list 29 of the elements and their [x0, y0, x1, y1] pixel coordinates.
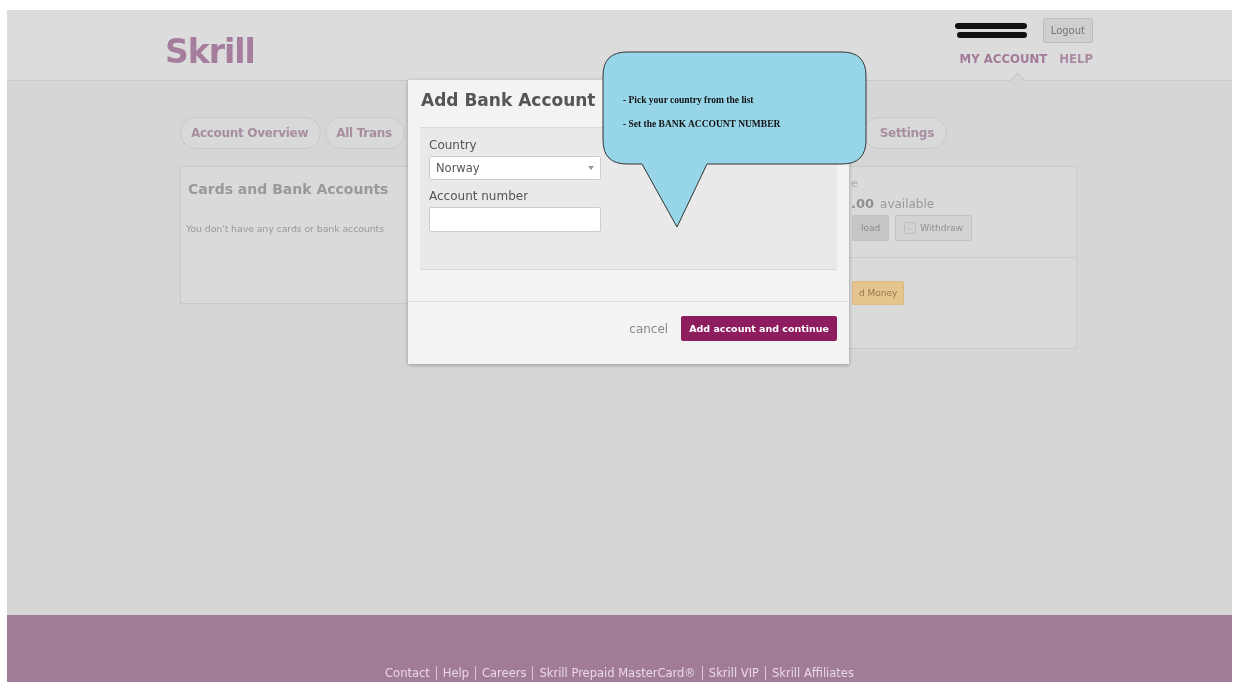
callout-text: - Set the BANK ACCOUNT NUMBER — [623, 119, 781, 129]
download-icon — [904, 222, 917, 234]
account-number-field[interactable] — [429, 207, 601, 232]
footer-link[interactable]: Skrill VIP — [701, 666, 765, 680]
nav-link[interactable]: MY ACCOUNT — [959, 51, 1048, 67]
logo: Skrill — [165, 32, 255, 72]
field-label: Country — [429, 138, 477, 152]
submit-button[interactable]: Add account and continue — [681, 316, 837, 341]
logout-button[interactable]: Logout — [1042, 18, 1093, 43]
balance-amount: .00 — [851, 196, 875, 211]
field-label: Account number — [429, 189, 529, 203]
withdraw-button[interactable]: Withdraw — [895, 215, 972, 241]
footer-link[interactable]: Careers — [475, 666, 533, 680]
nav-link[interactable]: HELP — [1059, 51, 1093, 67]
footer-link[interactable]: Skrill Prepaid MasterCard® — [532, 666, 702, 680]
caret-icon — [588, 166, 594, 170]
send-money-button[interactable]: d Money — [852, 281, 905, 305]
tab[interactable]: All Trans — [325, 117, 405, 149]
footer-link[interactable]: Contact — [379, 666, 436, 680]
cancel-link[interactable]: cancel — [629, 321, 669, 336]
tab[interactable]: Account Overview — [180, 117, 322, 149]
footer-link[interactable]: Skrill Affiliates — [765, 666, 860, 680]
panel-title: Cards and Bank Accounts — [188, 181, 389, 197]
footer-link[interactable]: Help — [435, 666, 476, 680]
country-select[interactable]: Norway — [429, 156, 601, 180]
available-label: available — [880, 197, 935, 211]
empty-message: You don't have any cards or bank accounts — [186, 223, 384, 234]
dialog-title: Add Bank Account — [421, 90, 596, 112]
callout-text: - Pick your country from the list — [623, 95, 755, 105]
